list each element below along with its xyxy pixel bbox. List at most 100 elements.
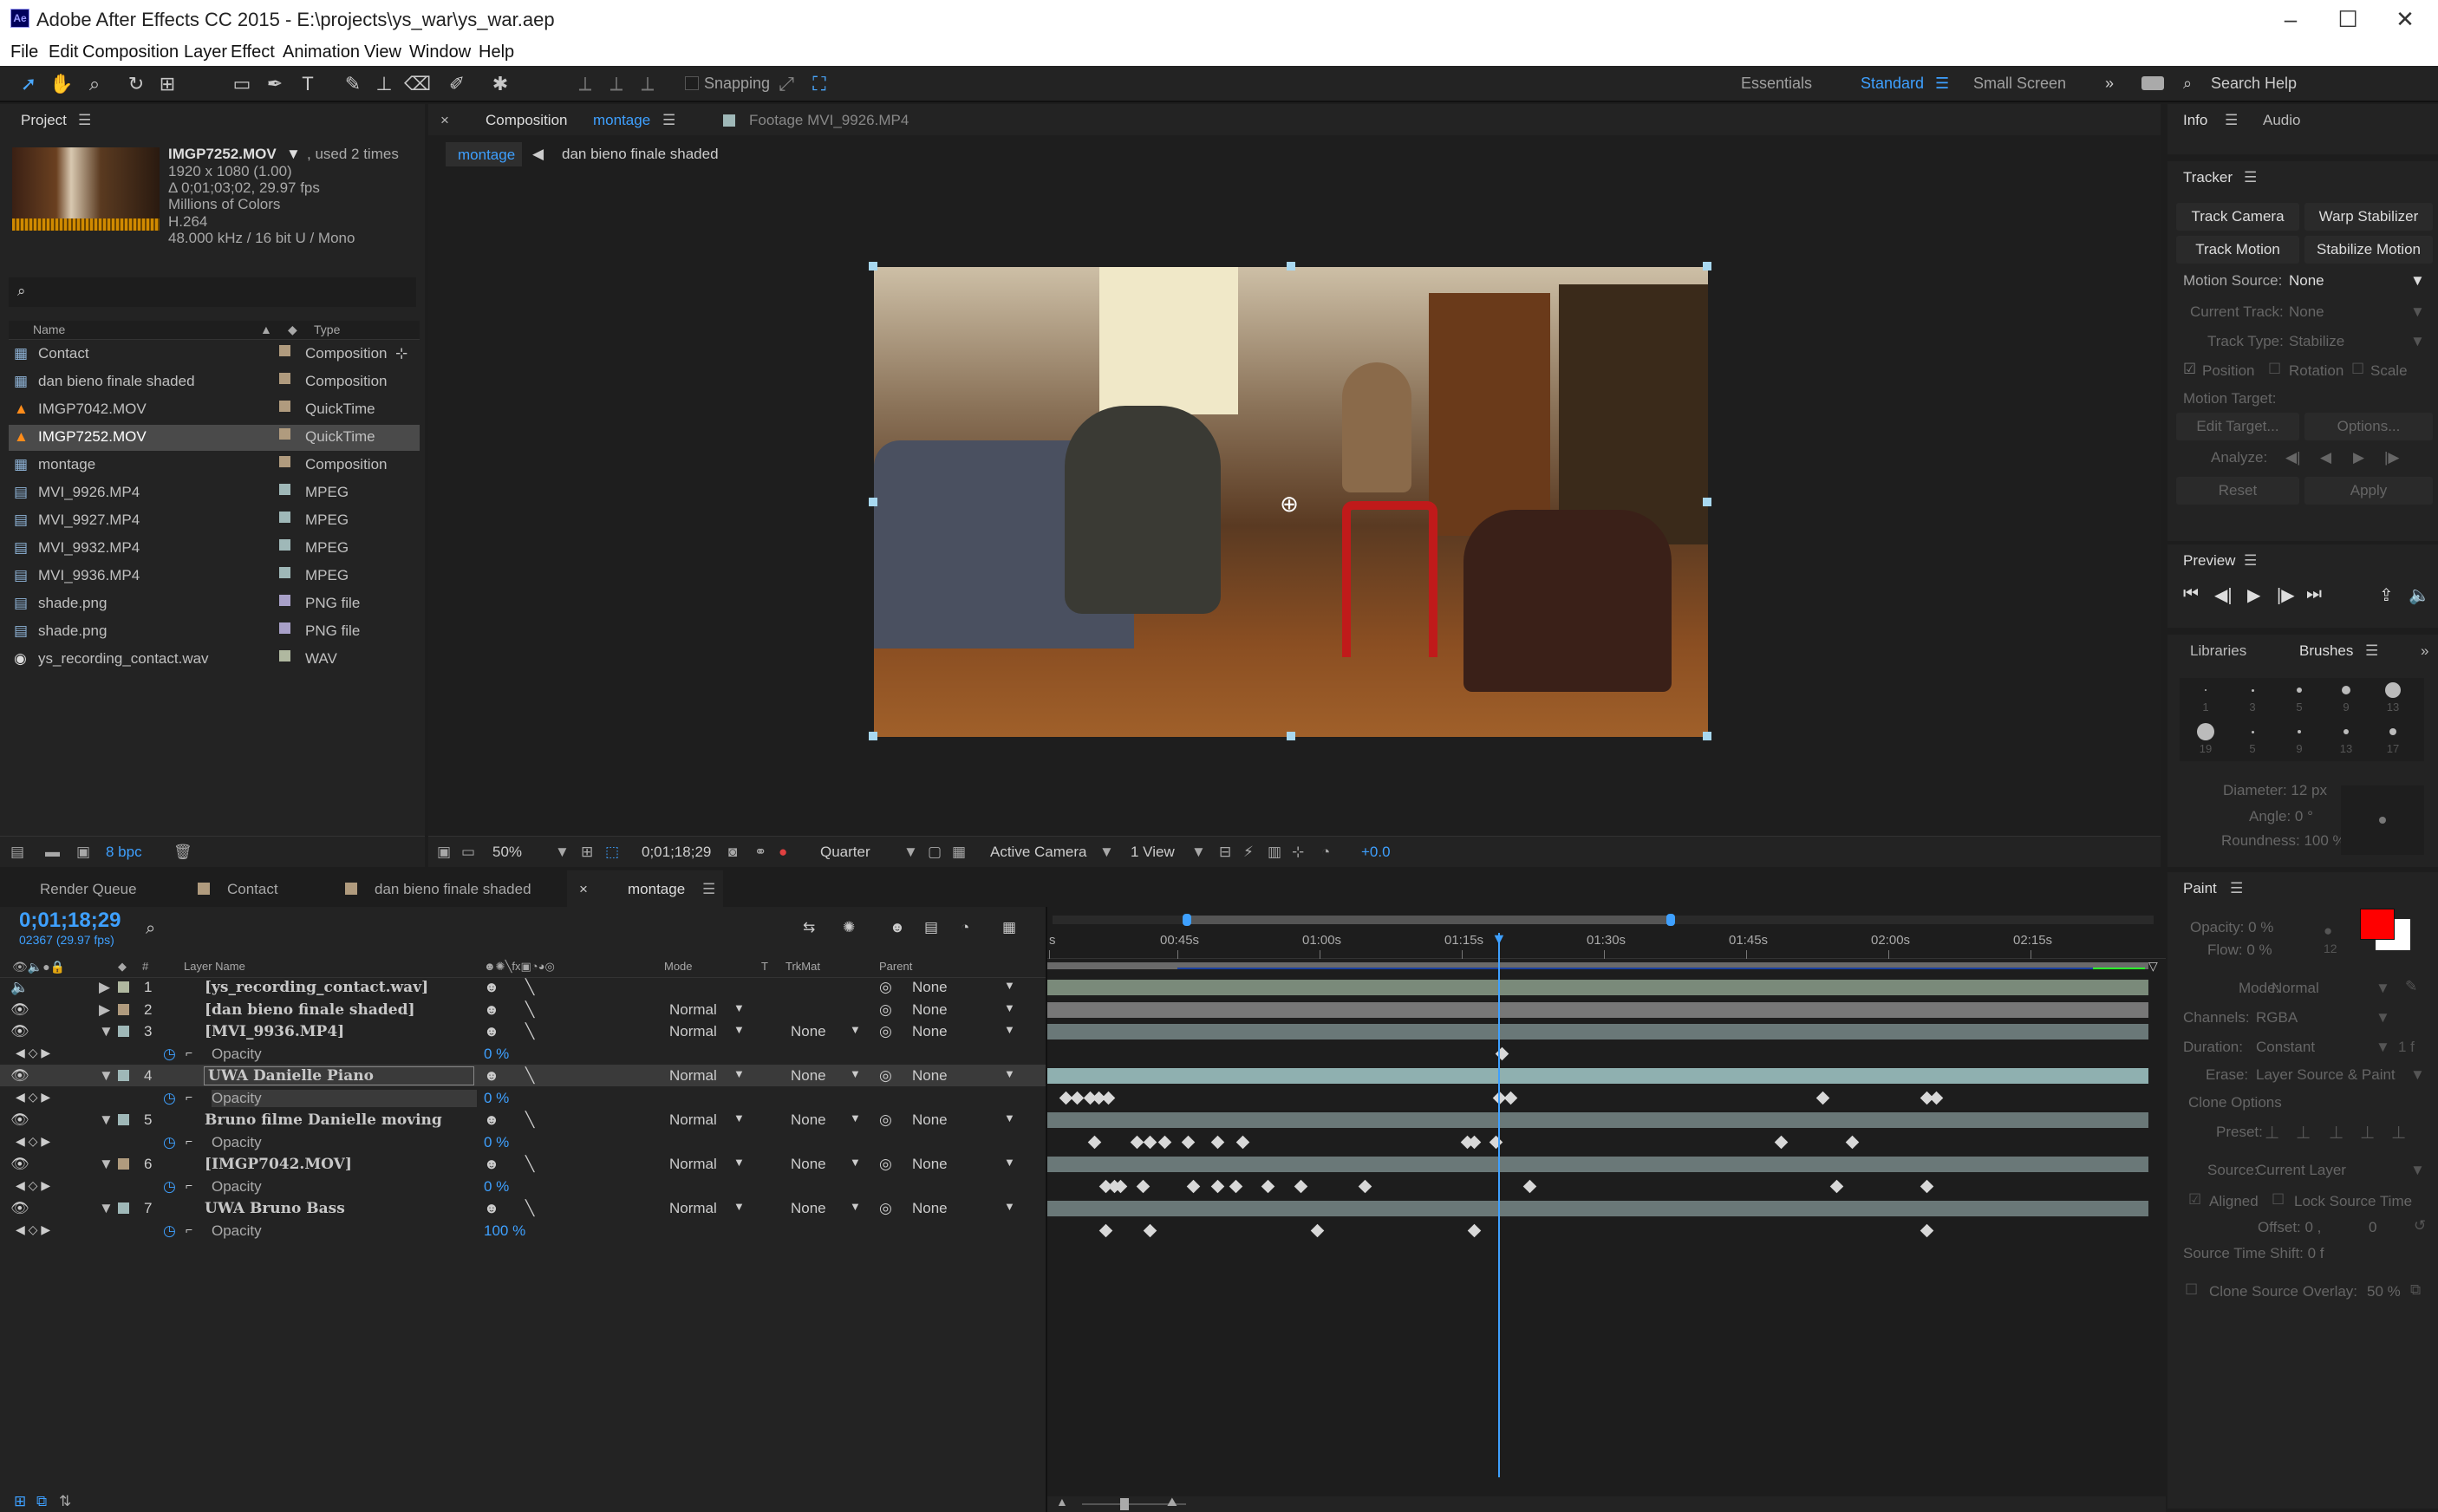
label-swatch[interactable] (279, 539, 290, 551)
stopwatch-icon[interactable]: ◷ (163, 1222, 176, 1240)
motion-blur-icon[interactable]: ◔ (961, 919, 969, 936)
mode-arrow-icon[interactable]: ▼ (733, 1001, 745, 1014)
stopwatch-icon[interactable]: ◷ (163, 1178, 176, 1196)
brush-tip[interactable]: 9 (2329, 678, 2363, 720)
draft-3d-icon[interactable]: ✺ (843, 919, 855, 936)
opacity-value[interactable]: 0 % (484, 1134, 509, 1151)
clone-preset-2-icon[interactable]: ⊥ (2296, 1122, 2311, 1144)
close-tab-icon[interactable]: × (440, 112, 449, 129)
layer-twirl-icon[interactable]: ▼ (99, 1200, 114, 1217)
anchor-point-icon[interactable]: ⊕ (1276, 491, 1302, 517)
last-frame-icon[interactable]: ⏭ (2306, 584, 2322, 604)
trkmat-dropdown[interactable]: None (791, 1067, 826, 1085)
layer-label-swatch[interactable] (118, 1003, 129, 1015)
tab-render-queue[interactable]: Render Queue (40, 881, 137, 898)
graph-icon[interactable]: ⌐ (186, 1178, 192, 1192)
toggle-pixel-aspect-icon[interactable]: ⊟ (1219, 844, 1231, 861)
tab-composition[interactable]: Composition (486, 112, 568, 129)
layer-label-swatch[interactable] (118, 1158, 129, 1170)
timeline-search-icon[interactable]: ⌕ (146, 919, 155, 939)
tab-info[interactable]: Info (2183, 112, 2207, 129)
warp-stabilizer-button[interactable]: Warp Stabilizer (2304, 203, 2433, 231)
timeline-menu-icon[interactable]: ☰ (702, 881, 715, 898)
graph-editor-icon[interactable]: ▦ (1002, 919, 1016, 936)
list-item[interactable]: ▤ shade.png PNG file (9, 591, 420, 617)
close-button[interactable]: ✕ (2388, 3, 2422, 36)
reset-offset-icon[interactable]: ↺ (2414, 1217, 2426, 1235)
label-swatch[interactable] (279, 595, 290, 606)
work-area-range[interactable] (1188, 916, 1670, 924)
preview-menu-icon[interactable]: ☰ (2244, 552, 2257, 570)
parent-dropdown[interactable]: None (912, 1067, 948, 1085)
opacity-property-row[interactable]: ◀ ◇ ▶ ◷ ⌐ Opacity 0 % (0, 1176, 1046, 1197)
parent-pickwhip-icon[interactable]: ◎ (879, 1023, 892, 1040)
keyframe-nav-icon[interactable]: ◀ ◇ ▶ (16, 1134, 50, 1149)
layer-mode-dropdown[interactable]: Normal (669, 1156, 717, 1173)
maximize-button[interactable]: ☐ (2330, 3, 2365, 36)
label-swatch[interactable] (279, 567, 290, 578)
layer-row[interactable]: 👁 ▼ 4 UWA Danielle Piano ☻ ╲ Normal ▼ None ▼ ◎ None… (0, 1065, 1046, 1086)
frame-blending-icon[interactable]: ▤ (924, 919, 938, 936)
tab-composition-name[interactable]: montage (593, 112, 650, 129)
reset-button[interactable]: Reset (2176, 477, 2299, 505)
zoom-tool-icon[interactable]: ⌕ (81, 71, 108, 97)
exposure-value[interactable]: +0.0 (1361, 844, 1391, 861)
parent-pickwhip-icon[interactable]: ◎ (879, 1200, 892, 1217)
track-type-dropdown[interactable]: Stabilize (2289, 333, 2344, 350)
shy-switch-icon[interactable]: ☻ (484, 1111, 499, 1129)
analyze-back-one-icon[interactable]: ◀| (2285, 449, 2301, 466)
label-swatch[interactable] (279, 650, 290, 662)
clone-preset-1-icon[interactable]: ⊥ (2265, 1122, 2279, 1144)
list-item[interactable]: ▦ Contact Composition ⊹ (9, 342, 420, 368)
brush-tip[interactable]: 9 (2282, 720, 2317, 761)
work-area-start-handle[interactable] (1183, 914, 1191, 926)
parent-pickwhip-icon[interactable]: ◎ (879, 1156, 892, 1173)
loop-icon[interactable]: ⇪ (2379, 584, 2394, 606)
keyframe[interactable] (1774, 1135, 1788, 1149)
col-name-header[interactable]: Name (33, 323, 65, 336)
label-swatch[interactable] (279, 622, 290, 634)
opacity-property-row[interactable]: ◀ ◇ ▶ ◷ ⌐ Opacity 100 % (0, 1220, 1046, 1242)
resolution-dropdown[interactable]: Quarter (820, 844, 870, 861)
region-of-interest-icon[interactable]: ▢ (928, 844, 942, 861)
monitor-icon[interactable]: ▭ (461, 844, 475, 861)
layer-duration-bar[interactable] (1047, 980, 2148, 995)
layer-twirl-icon[interactable]: ▶ (99, 1001, 110, 1019)
shy-switch-icon[interactable]: ☻ (484, 1200, 499, 1217)
shy-switch-icon[interactable]: ☻ (484, 1156, 499, 1173)
quality-switch-icon[interactable]: ╲ (525, 1156, 534, 1173)
playhead-head-icon[interactable]: ▼ (1491, 931, 1507, 947)
type-tool-icon[interactable]: T (295, 71, 321, 97)
flowchart-icon[interactable]: ⊹ (395, 345, 407, 362)
comp-tab-menu-icon[interactable]: ☰ (662, 112, 675, 129)
puppet-tool-icon[interactable]: ✱ (487, 71, 513, 97)
keyframe[interactable] (1815, 1091, 1830, 1105)
track-camera-button[interactable]: Track Camera (2176, 203, 2299, 231)
layer-duration-bar[interactable] (1047, 1001, 2148, 1018)
layer-twirl-icon[interactable]: ▼ (99, 1111, 114, 1129)
layer-row[interactable]: 👁 ▼ 7 UWA Bruno Bass ☻ ╲ Normal ▼ None ▼ ◎ None ▼ (0, 1197, 1046, 1219)
quality-switch-icon[interactable]: ╲ (525, 1001, 534, 1019)
shy-switch-icon[interactable]: ☻ (484, 1067, 499, 1085)
opacity-property-row[interactable]: ◀ ◇ ▶ ◷ ⌐ Opacity 0 % (0, 1131, 1046, 1153)
parent-arrow-icon[interactable]: ▼ (1004, 979, 1015, 992)
quality-switch-icon[interactable]: ╲ (525, 1023, 534, 1040)
analyze-forward-icon[interactable]: ▶ (2353, 449, 2364, 466)
search-help-icon[interactable]: ⌕ (2183, 75, 2192, 93)
next-frame-icon[interactable]: |▶ (2277, 584, 2295, 606)
paint-menu-icon[interactable]: ☰ (2230, 880, 2243, 897)
clone-preset-5-icon[interactable]: ⊥ (2391, 1122, 2406, 1144)
eraser-tool-icon[interactable]: ⌫ (404, 71, 431, 97)
viewer-timecode[interactable]: 0;01;18;29 (642, 844, 711, 861)
comp-end-marker-icon[interactable]: ▽ (2148, 959, 2166, 976)
parent-pickwhip-icon[interactable]: ◎ (879, 1001, 892, 1019)
layer-label-swatch[interactable] (118, 981, 129, 993)
keyframe[interactable] (1101, 1091, 1115, 1105)
keyframe-nav-icon[interactable]: ◀ ◇ ▶ (16, 1178, 50, 1193)
keyframe[interactable] (1143, 1135, 1157, 1149)
layer-duration-bar[interactable] (1047, 1068, 2148, 1084)
paint-channels-dropdown[interactable]: RGBA (2256, 1009, 2298, 1026)
layer-row[interactable]: 👁 ▼ 3 [MVI_9936.MP4] ☻ ╲ Normal ▼ None ▼ ◎ None ▼ (0, 1020, 1046, 1042)
brush-tip[interactable]: 1 (2188, 678, 2223, 720)
clone-offset-y[interactable]: 0 (2369, 1219, 2376, 1236)
